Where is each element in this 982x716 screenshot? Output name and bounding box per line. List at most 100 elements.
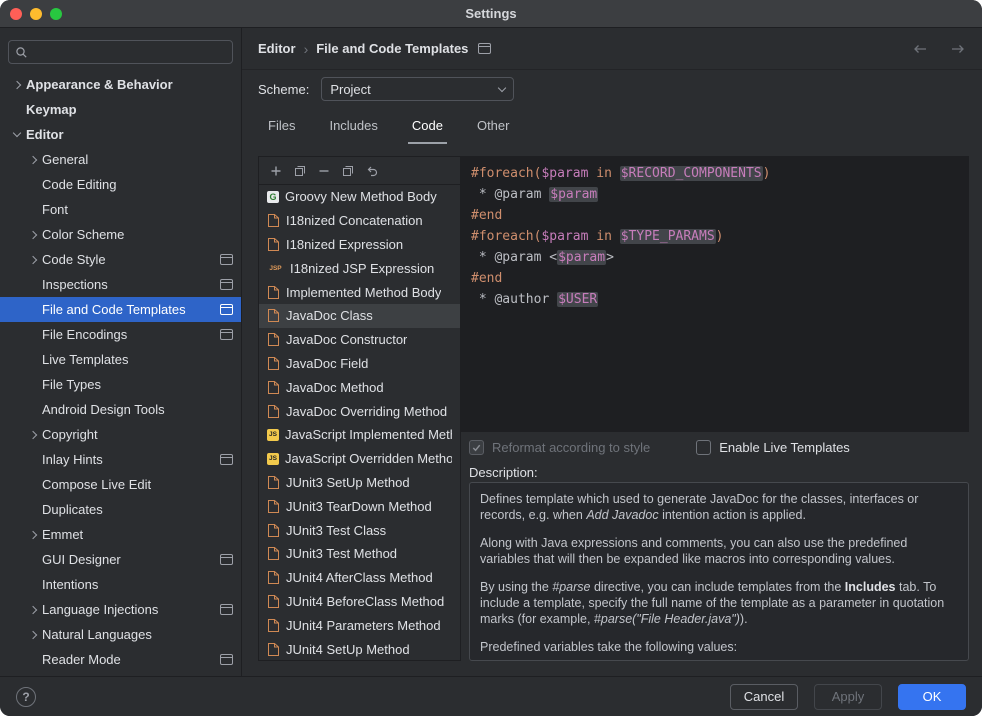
ok-button[interactable]: OK — [898, 684, 966, 710]
template-name: JavaDoc Method — [286, 380, 384, 395]
template-list-item-javadoc-field[interactable]: JavaDoc Field — [259, 352, 460, 376]
zoom-button[interactable] — [50, 8, 62, 20]
template-list-item-junit3-test-class[interactable]: JUnit3 Test Class — [259, 518, 460, 542]
chevron-right-icon[interactable] — [24, 432, 42, 438]
sidebar-item-file-and-code-templates[interactable]: File and Code Templates — [0, 297, 241, 322]
sidebar-item-inspections[interactable]: Inspections — [0, 272, 241, 297]
template-name: Implemented Method Body — [286, 285, 441, 300]
template-file-icon — [267, 500, 280, 513]
minimize-button[interactable] — [30, 8, 42, 20]
scheme-select[interactable]: Project — [321, 77, 514, 101]
sidebar-item-natural-languages[interactable]: Natural Languages — [0, 622, 241, 647]
sidebar-item-code-editing[interactable]: Code Editing — [0, 172, 241, 197]
sidebar-item-editor[interactable]: Editor — [0, 122, 241, 147]
chevron-right-icon[interactable] — [24, 532, 42, 538]
tab-files[interactable]: Files — [264, 108, 299, 144]
chevron-right-icon[interactable] — [24, 257, 42, 263]
template-list-item-junit4-afterclass-method[interactable]: JUnit4 AfterClass Method — [259, 566, 460, 590]
sidebar-item-general[interactable]: General — [0, 147, 241, 172]
sidebar-item-code-style[interactable]: Code Style — [0, 247, 241, 272]
description-box[interactable]: Defines template which used to generate … — [469, 482, 969, 661]
reformat-checkbox[interactable]: Reformat according to style — [469, 440, 650, 455]
sidebar-item-label: Android Design Tools — [42, 402, 165, 417]
template-list-item-javadoc-method[interactable]: JavaDoc Method — [259, 375, 460, 399]
jsp-file-icon: JSP — [267, 265, 284, 272]
template-list-item-javadoc-class[interactable]: JavaDoc Class — [259, 304, 460, 328]
template-list-item-implemented-method-body[interactable]: Implemented Method Body — [259, 280, 460, 304]
search-box[interactable] — [8, 40, 233, 64]
template-list-item-junit3-teardown-method[interactable]: JUnit3 TearDown Method — [259, 494, 460, 518]
sidebar-item-label: Inlay Hints — [42, 452, 103, 467]
sidebar-item-file-encodings[interactable]: File Encodings — [0, 322, 241, 347]
reformat-checkbox-label: Reformat according to style — [492, 440, 650, 455]
tab-code[interactable]: Code — [408, 108, 447, 144]
sidebar-item-gui-designer[interactable]: GUI Designer — [0, 547, 241, 572]
template-name: I18nized Expression — [286, 237, 403, 252]
sidebar-item-font[interactable]: Font — [0, 197, 241, 222]
sidebar-item-label: Emmet — [42, 527, 83, 542]
chevron-right-icon[interactable] — [24, 632, 42, 638]
breadcrumb: Editor › File and Code Templates — [242, 28, 982, 70]
template-name: JavaDoc Constructor — [286, 332, 407, 347]
sidebar-item-compose-live-edit[interactable]: Compose Live Edit — [0, 472, 241, 497]
sidebar-item-color-scheme[interactable]: Color Scheme — [0, 222, 241, 247]
chevron-down-icon — [498, 84, 506, 92]
duplicate-template-icon[interactable] — [341, 164, 355, 178]
forward-button[interactable] — [950, 43, 966, 55]
breadcrumb-editor[interactable]: Editor — [258, 41, 296, 56]
template-list-item-javadoc-constructor[interactable]: JavaDoc Constructor — [259, 328, 460, 352]
enable-live-templates-checkbox-box — [696, 440, 711, 455]
description-text: Includes — [845, 580, 896, 594]
search-input[interactable] — [33, 45, 226, 60]
sidebar-item-file-types[interactable]: File Types — [0, 372, 241, 397]
chevron-right-icon[interactable] — [24, 157, 42, 163]
template-file-icon — [267, 214, 280, 227]
tab-label: Other — [477, 118, 510, 133]
template-name: JUnit3 Test Class — [286, 523, 386, 538]
enable-live-templates-checkbox[interactable]: Enable Live Templates — [696, 440, 850, 455]
sidebar-item-copyright[interactable]: Copyright — [0, 422, 241, 447]
copy-template-icon[interactable] — [293, 164, 307, 178]
sidebar-item-reader-mode[interactable]: Reader Mode — [0, 647, 241, 672]
tab-includes[interactable]: Includes — [325, 108, 381, 144]
template-list-item-groovy-new-method-body[interactable]: GGroovy New Method Body — [259, 185, 460, 209]
chevron-right-icon[interactable] — [8, 82, 26, 88]
remove-template-icon[interactable] — [317, 164, 331, 178]
sidebar-item-live-templates[interactable]: Live Templates — [0, 347, 241, 372]
template-list-item-junit3-setup-method[interactable]: JUnit3 SetUp Method — [259, 471, 460, 495]
template-list-item-i18nized-expression[interactable]: I18nized Expression — [259, 233, 460, 257]
sidebar-item-emmet[interactable]: Emmet — [0, 522, 241, 547]
chevron-right-icon[interactable] — [24, 607, 42, 613]
sidebar-item-intentions[interactable]: Intentions — [0, 572, 241, 597]
template-file-icon — [267, 571, 280, 584]
tab-other[interactable]: Other — [473, 108, 514, 144]
template-list-item-junit4-setup-method[interactable]: JUnit4 SetUp Method — [259, 637, 460, 660]
chevron-down-icon[interactable] — [8, 133, 26, 136]
template-list-item-javadoc-overriding-method[interactable]: JavaDoc Overriding Method — [259, 399, 460, 423]
template-code-editor[interactable]: #foreach($param in $RECORD_COMPONENTS) *… — [461, 156, 969, 432]
template-list-item-javascript-implemented-meth[interactable]: JSJavaScript Implemented Meth — [259, 423, 460, 447]
sidebar-item-keymap[interactable]: Keymap — [0, 97, 241, 122]
sidebar-item-appearance-behavior[interactable]: Appearance & Behavior — [0, 72, 241, 97]
help-button[interactable]: ? — [16, 687, 36, 707]
sidebar-item-language-injections[interactable]: Language Injections — [0, 597, 241, 622]
template-list-item-javascript-overridden-metho[interactable]: JSJavaScript Overridden Metho — [259, 447, 460, 471]
cancel-button[interactable]: Cancel — [730, 684, 798, 710]
back-button[interactable] — [912, 43, 928, 55]
sidebar-item-label: Natural Languages — [42, 627, 152, 642]
apply-button[interactable]: Apply — [814, 684, 882, 710]
add-template-icon[interactable] — [269, 164, 283, 178]
template-list-item-junit4-parameters-method[interactable]: JUnit4 Parameters Method — [259, 613, 460, 637]
template-list-item-junit4-beforeclass-method[interactable]: JUnit4 BeforeClass Method — [259, 590, 460, 614]
template-list-item-i18nized-concatenation[interactable]: I18nized Concatenation — [259, 209, 460, 233]
reset-to-default-icon[interactable] — [365, 164, 379, 178]
code-token: in — [588, 166, 619, 181]
template-list-item-i18nized-jsp-expression[interactable]: JSPI18nized JSP Expression — [259, 256, 460, 280]
sidebar-item-android-design-tools[interactable]: Android Design Tools — [0, 397, 241, 422]
sidebar-item-duplicates[interactable]: Duplicates — [0, 497, 241, 522]
template-list-item-junit3-test-method[interactable]: JUnit3 Test Method — [259, 542, 460, 566]
chevron-right-icon[interactable] — [24, 232, 42, 238]
close-button[interactable] — [10, 8, 22, 20]
sidebar-item-inlay-hints[interactable]: Inlay Hints — [0, 447, 241, 472]
template-name: JavaDoc Field — [286, 356, 368, 371]
